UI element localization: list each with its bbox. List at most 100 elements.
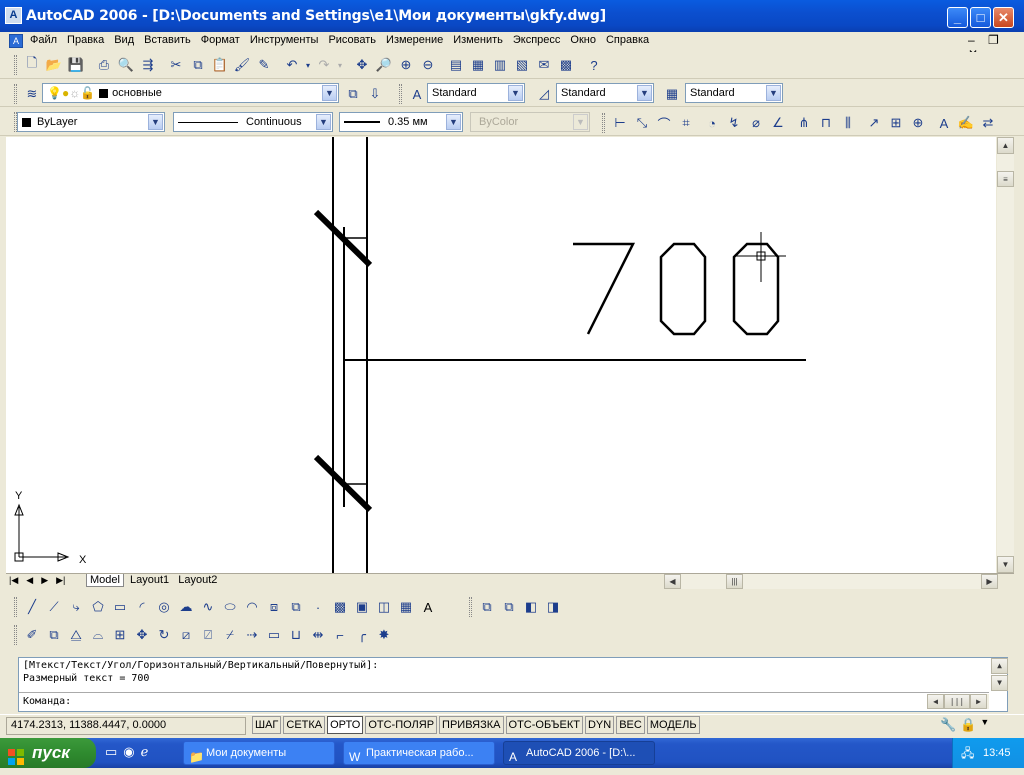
ellipse-arc-icon[interactable]: ◠ <box>241 596 263 618</box>
toolbar-grip[interactable] <box>602 113 605 133</box>
prev-tab-icon[interactable]: ◀ <box>23 575 36 586</box>
scroll-thumb[interactable]: ≡ <box>997 171 1014 187</box>
table-style-combo[interactable]: Standard ▼ <box>685 83 783 103</box>
pan-icon[interactable]: ✥ <box>351 54 373 76</box>
command-window[interactable]: [Мтекст/Текст/Угол/Горизонтальный/Вертик… <box>18 657 1008 712</box>
calculator-icon[interactable]: ▩ <box>555 54 577 76</box>
construction-line-icon[interactable]: ⟋ <box>43 596 65 618</box>
taskbar-button-word-doc[interactable]: W Практическая рабо... <box>343 741 495 765</box>
publish-icon[interactable]: ⇶ <box>137 54 159 76</box>
network-icon[interactable]: 🖧 <box>961 738 974 768</box>
menu-item[interactable]: Изменить <box>448 32 508 48</box>
array-icon[interactable]: ⊞ <box>109 624 131 646</box>
hatch-icon[interactable]: ▩ <box>329 596 351 618</box>
vertical-scrollbar[interactable]: ▲ ≡ ▼ <box>997 137 1014 573</box>
new-file-icon[interactable]: 🗋 <box>21 54 43 76</box>
center-mark-icon[interactable]: ⊕ <box>907 112 929 134</box>
markup-icon[interactable]: ✉ <box>533 54 555 76</box>
table-icon[interactable]: ▦ <box>395 596 417 618</box>
fillet-icon[interactable]: ╭ <box>351 624 373 646</box>
tab-layout1[interactable]: Layout1 <box>127 574 172 586</box>
insert-block-icon[interactable]: ⧈ <box>263 596 285 618</box>
circle-icon[interactable]: ◎ <box>153 596 175 618</box>
autocad-app-icon[interactable]: A <box>5 7 22 24</box>
chevron-down-icon[interactable]: ▼ <box>637 85 652 101</box>
polygon-icon[interactable]: ⬠ <box>87 596 109 618</box>
copy-icon[interactable]: ⧉ <box>187 54 209 76</box>
zoom-realtime-icon[interactable]: 🔎 <box>373 54 395 76</box>
continue-dimension-icon[interactable]: ⫼ <box>837 112 859 134</box>
spline-icon[interactable]: ∿ <box>197 596 219 618</box>
cmd-scroll-left-icon[interactable]: ◀ <box>927 694 944 709</box>
extend-icon[interactable]: ⇢ <box>241 624 263 646</box>
last-tab-icon[interactable]: ▶| <box>53 575 68 586</box>
status-toggle[interactable]: СЕТКА <box>283 716 326 734</box>
region-icon[interactable]: ◫ <box>373 596 395 618</box>
coordinate-display[interactable]: 4174.2313, 11388.4447, 0.0000 <box>6 717 246 735</box>
close-button[interactable]: ✕ <box>993 7 1014 28</box>
status-toggle[interactable]: ВЕС <box>616 716 645 734</box>
rotate-icon[interactable]: ↻ <box>153 624 175 646</box>
menu-item[interactable]: Правка <box>62 32 109 48</box>
send-to-back-icon[interactable]: ⧉ <box>498 596 520 618</box>
internet-explorer-icon[interactable]: ℯ <box>141 744 149 760</box>
document-icon[interactable]: A <box>9 34 23 48</box>
bring-to-front-icon[interactable]: ⧉ <box>476 596 498 618</box>
toolbar-grip[interactable] <box>14 84 17 104</box>
drawing-canvas[interactable]: 700 Y X <box>6 137 996 573</box>
cmd-hscroll[interactable]: ◀ ||| ▶ <box>927 694 989 709</box>
status-toggle[interactable]: ОТС-ПОЛЯР <box>365 716 438 734</box>
scroll-right-icon[interactable]: ▶ <box>981 574 998 589</box>
menu-item[interactable]: Инструменты <box>245 32 324 48</box>
baseline-dimension-icon[interactable]: ⊓ <box>815 112 837 134</box>
first-tab-icon[interactable]: |◀ <box>6 575 21 586</box>
leader-icon[interactable]: ↗ <box>863 112 885 134</box>
horizontal-scrollbar[interactable]: ◀ ||| ▶ <box>664 574 998 589</box>
chevron-down-icon[interactable]: ▼ <box>766 85 781 101</box>
offset-icon[interactable]: ⌓ <box>87 624 109 646</box>
menu-item[interactable]: Экспресс <box>508 32 566 48</box>
menu-item[interactable]: Вид <box>109 32 139 48</box>
toolbar-grip[interactable] <box>14 55 17 75</box>
arc-icon[interactable]: ◜ <box>131 596 153 618</box>
table-style-icon[interactable]: ▦ <box>661 83 683 105</box>
sheet-set-icon[interactable]: ▧ <box>511 54 533 76</box>
rectangle-icon[interactable]: ▭ <box>109 596 131 618</box>
menu-item[interactable]: Рисовать <box>323 32 381 48</box>
tolerance-icon[interactable]: ⊞ <box>885 112 907 134</box>
erase-icon[interactable]: ✐ <box>21 624 43 646</box>
block-editor-icon[interactable]: ✎ <box>253 54 275 76</box>
radius-dimension-icon[interactable]: ◔ <box>701 112 723 134</box>
dimension-text[interactable]: 700 <box>573 242 780 336</box>
help-icon[interactable]: ? <box>583 54 605 76</box>
join-icon[interactable]: ⇹ <box>307 624 329 646</box>
undo-icon[interactable]: ↶ <box>281 54 303 76</box>
dim-style-combo[interactable]: Standard ▼ <box>556 83 654 103</box>
status-toggle[interactable]: DYN <box>584 716 615 734</box>
mirror-icon[interactable]: ⧋ <box>65 624 87 646</box>
chamfer-icon[interactable]: ⌐ <box>329 624 351 646</box>
next-tab-icon[interactable]: ▶ <box>38 575 51 586</box>
linear-dimension-icon[interactable]: ⊢ <box>609 112 631 134</box>
jogged-dimension-icon[interactable]: ↯ <box>723 112 745 134</box>
scroll-down-icon[interactable]: ▼ <box>997 556 1014 573</box>
menu-item[interactable]: Вставить <box>139 32 196 48</box>
tool-palettes-icon[interactable]: ▥ <box>489 54 511 76</box>
make-block-icon[interactable]: ⧉ <box>285 596 307 618</box>
start-button[interactable]: пуск <box>0 738 96 768</box>
status-toggle[interactable]: ПРИВЯЗКА <box>439 716 504 734</box>
cmd-scroll-down-icon[interactable]: ▼ <box>991 675 1008 691</box>
print-icon[interactable]: ⎙ <box>93 54 115 76</box>
copy-object-icon[interactable]: ⧉ <box>43 624 65 646</box>
chevron-down-icon[interactable]: ▼ <box>316 114 331 130</box>
break-at-point-icon[interactable]: ▭ <box>263 624 285 646</box>
plot-preview-icon[interactable]: 🔍 <box>115 54 137 76</box>
chevron-down-icon[interactable]: ▼ <box>508 85 523 101</box>
redo-icon[interactable]: ↷ <box>313 54 335 76</box>
tab-layout2[interactable]: Layout2 <box>175 574 220 586</box>
show-desktop-icon[interactable]: ▭ <box>105 744 117 760</box>
toolbar-grip[interactable] <box>399 84 402 104</box>
cmd-hscroll-thumb[interactable]: ||| <box>944 694 970 709</box>
stretch-icon[interactable]: ⍁ <box>197 624 219 646</box>
dimension-style-icon[interactable]: ◿ <box>533 83 555 105</box>
